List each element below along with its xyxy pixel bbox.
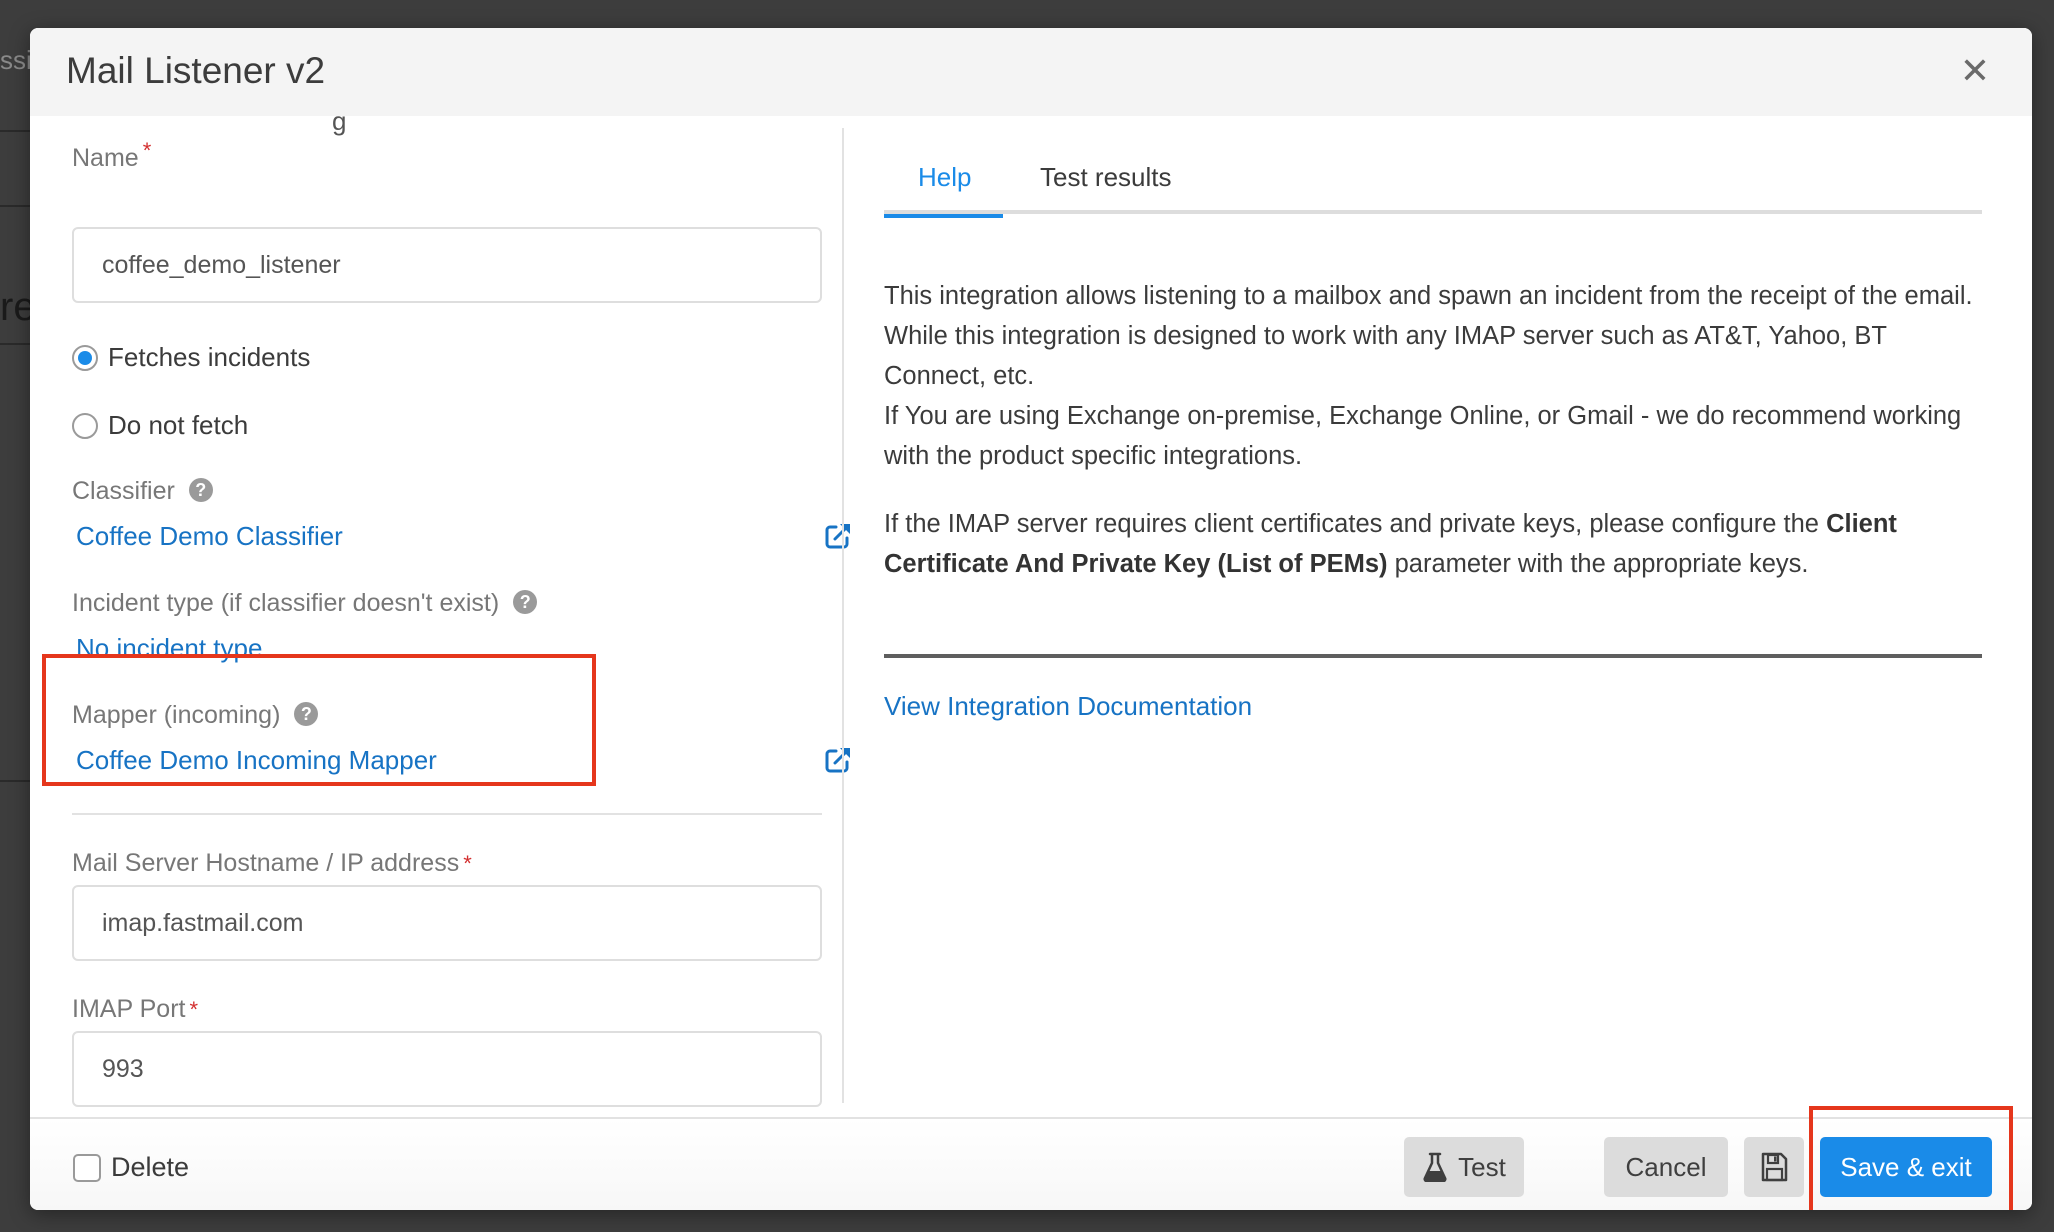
radio-label: Do not fetch [108,410,249,440]
radio-label: Fetches incidents [108,342,311,372]
tab-test-results[interactable]: Test results [1040,156,1172,214]
integration-settings-modal: Mail Listener v2 ✕ g Name* Fetches incid… [30,28,2032,1210]
help-panel-tabs: Help Test results [883,156,1982,218]
mapper-link[interactable]: Coffee Demo Incoming Mapper [76,745,437,776]
help-icon[interactable]: ? [188,478,213,503]
hostname-label: Mail Server Hostname / IP address * [72,849,472,878]
help-icon[interactable]: ? [513,590,538,615]
delete-label: Delete [111,1152,190,1182]
delete-checkbox-row[interactable]: Delete [73,1152,189,1183]
name-label: Name * [72,138,151,173]
classifier-label-text: Classifier [72,477,175,505]
port-input[interactable] [72,1031,822,1107]
classifier-label: Classifier? [72,477,213,506]
help-icon[interactable]: ? [294,702,319,727]
modal-header: Mail Listener v2 ✕ [30,28,2032,116]
external-link-icon[interactable] [822,744,854,776]
test-button[interactable]: Test [1404,1137,1524,1197]
help-text-line: parameter with the appropriate keys. [1387,550,1809,578]
required-mark: * [189,997,199,1022]
close-button[interactable]: ✕ [1958,53,1992,89]
external-link-icon[interactable] [822,520,854,552]
test-button-label: Test [1458,1151,1506,1182]
radio-checked-icon[interactable] [72,344,98,371]
cancel-button[interactable]: Cancel [1604,1137,1728,1197]
classifier-link[interactable]: Coffee Demo Classifier [76,521,343,552]
settings-form: g Name* Fetches incidents Do not fetch C… [72,106,854,1116]
name-label-text: Name [72,144,139,172]
save-button[interactable] [1744,1137,1804,1197]
modal-title: Mail Listener v2 [66,50,326,91]
incident-type-label: Incident type (if classifier doesn't exi… [72,589,538,618]
save-and-exit-button[interactable]: Save & exit [1820,1137,1992,1197]
background-partial-text: ssi [0,45,32,75]
port-label-text: IMAP Port [72,995,186,1023]
incident-type-link[interactable]: No incident type [76,633,262,664]
help-panel: Help Test results This integration allow… [883,116,1982,1116]
help-text-line: If You are using Exchange on-premise, Ex… [884,402,1962,470]
required-mark: * [463,851,472,876]
floppy-disk-icon [1760,1152,1788,1182]
cutoff-heading: g [332,106,347,136]
fetches-incidents-radio[interactable]: Fetches incidents [72,342,310,373]
help-text-line: This integration allows listening to a m… [884,282,1973,310]
help-divider [884,654,1982,658]
section-divider [72,813,822,815]
do-not-fetch-radio[interactable]: Do not fetch [72,410,248,441]
help-description: This integration allows listening to a m… [884,276,1982,612]
mapper-label-text: Mapper (incoming) [72,701,281,729]
radio-unchecked-icon[interactable] [72,412,98,439]
name-input[interactable] [72,227,822,303]
close-icon: ✕ [1959,50,1991,91]
mapper-label: Mapper (incoming)? [72,701,319,730]
help-text-line: While this integration is designed to wo… [884,322,1887,390]
required-mark: * [142,138,152,163]
flask-icon [1422,1152,1448,1182]
tab-help[interactable]: Help [883,156,1005,218]
hostname-input[interactable] [72,885,822,961]
view-documentation-link[interactable]: View Integration Documentation [884,691,1252,722]
hostname-label-text: Mail Server Hostname / IP address [72,849,460,877]
port-label: IMAP Port * [72,995,198,1024]
incident-type-label-text: Incident type (if classifier doesn't exi… [72,589,500,617]
help-text-line: If the IMAP server requires client certi… [884,510,1827,538]
delete-checkbox[interactable] [73,1153,101,1182]
column-divider [842,128,844,1103]
modal-footer: Delete Test Cancel Save & exit [30,1117,2032,1210]
